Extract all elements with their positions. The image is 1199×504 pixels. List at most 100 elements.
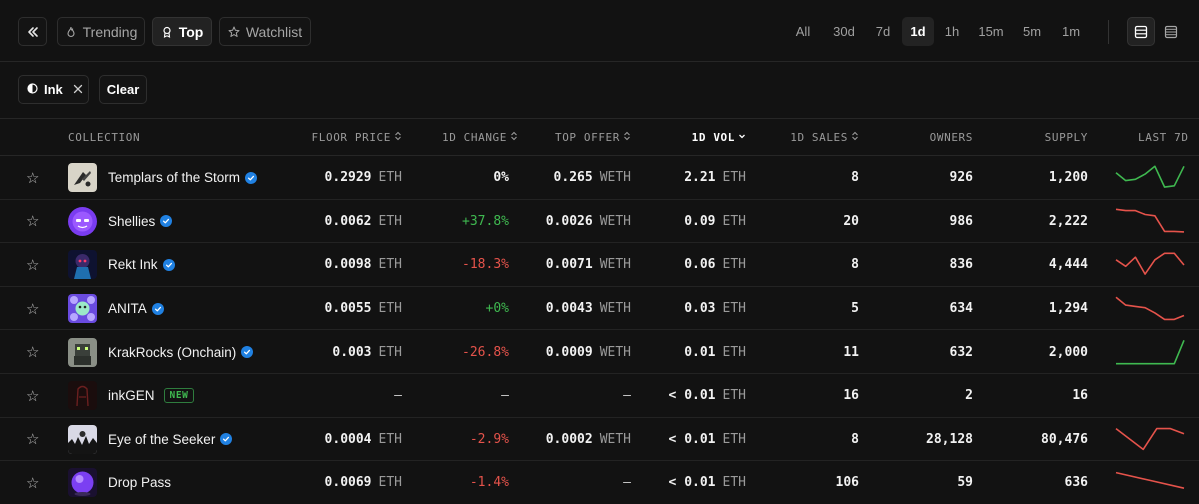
- floor-price-unit: ETH: [378, 301, 402, 317]
- collection-name[interactable]: Drop Pass: [108, 461, 171, 504]
- table-row[interactable]: ☆ Shellies 0.0062 ETH +37.8% 0.0026 WETH 0.09 ET…: [0, 200, 1199, 244]
- col-vol-label: 1D VOL: [691, 131, 735, 144]
- col-floor-price[interactable]: FLOOR PRICE: [312, 131, 402, 144]
- supply-value: 80,476: [1041, 431, 1088, 447]
- change-value: -1.4%: [469, 475, 509, 491]
- timeframe-1m[interactable]: 1m: [1055, 17, 1087, 46]
- top-offer-cell: 0.0043 WETH: [546, 287, 631, 331]
- clear-filters-button[interactable]: Clear: [99, 75, 147, 104]
- change-value: +0%: [485, 301, 509, 317]
- timeframe-all[interactable]: All: [786, 17, 820, 46]
- timeframe-1d[interactable]: 1d: [902, 17, 934, 46]
- sales-cell: 5: [851, 287, 859, 331]
- collection-thumbnail[interactable]: [68, 374, 98, 418]
- col-1d-sales[interactable]: 1D SALES: [790, 131, 859, 144]
- supply-value: 636: [1064, 475, 1088, 491]
- collection-name-label: ANITA: [108, 301, 147, 317]
- collection-thumbnail[interactable]: [68, 461, 98, 504]
- sparkline-7d: [1114, 287, 1186, 331]
- owners-value: 59: [957, 475, 973, 491]
- table-row[interactable]: ☆ Eye of the Seeker 0.0004 ETH -2.9% 0.0002 WE…: [0, 418, 1199, 462]
- change-value: –: [501, 388, 509, 404]
- watchlist-star-icon[interactable]: ☆: [26, 200, 44, 244]
- floor-price-unit: ETH: [378, 257, 402, 273]
- collection-name[interactable]: Eye of the Seeker: [108, 418, 233, 462]
- watchlist-star-icon[interactable]: ☆: [26, 418, 44, 462]
- col-owners[interactable]: OWNERS: [930, 131, 973, 144]
- supply-value: 1,294: [1048, 301, 1088, 317]
- watchlist-star-icon[interactable]: ☆: [26, 330, 44, 374]
- owners-value: 28,128: [926, 431, 973, 447]
- change-cell: –: [501, 374, 509, 418]
- floor-price-cell: 0.0098 ETH: [325, 243, 402, 287]
- list-view-button[interactable]: [1158, 17, 1184, 46]
- collection-thumbnail[interactable]: [68, 156, 98, 200]
- timeframe-30d[interactable]: 30d: [826, 17, 862, 46]
- watchlist-star-icon[interactable]: ☆: [26, 156, 44, 200]
- col-supply[interactable]: SUPPLY: [1045, 131, 1088, 144]
- col-supply-label: SUPPLY: [1044, 131, 1088, 144]
- tab-trending[interactable]: Trending: [57, 17, 145, 46]
- table-row[interactable]: ☆ KrakRocks (Onchain) 0.003 ETH -26.8% 0.0009…: [0, 330, 1199, 374]
- sales-cell: 20: [843, 200, 859, 244]
- volume-unit: ETH: [722, 301, 746, 317]
- watchlist-star-icon[interactable]: ☆: [26, 243, 44, 287]
- collection-thumbnail[interactable]: [68, 243, 98, 287]
- top-offer-unit: WETH: [599, 170, 631, 186]
- table-row[interactable]: ☆ Drop Pass 0.0069 ETH -1.4% – < 0.01 ETH 106 59 6…: [0, 461, 1199, 504]
- ink-chain-icon: [27, 82, 38, 97]
- floor-price-unit: ETH: [378, 344, 402, 360]
- col-1d-change[interactable]: 1D CHANGE: [442, 131, 518, 144]
- collection-name[interactable]: ANITA: [108, 287, 164, 331]
- table-row[interactable]: ☆ inkGEN NEW – – – < 0.01 ETH 16 2 16: [0, 374, 1199, 418]
- sales-value: 8: [851, 431, 859, 447]
- owners-cell: 59: [957, 461, 973, 504]
- tab-watchlist[interactable]: Watchlist: [219, 17, 311, 46]
- timeframe-1h[interactable]: 1h: [938, 17, 966, 46]
- table-view-button[interactable]: [1127, 17, 1155, 46]
- top-offer-value: 0.0009: [545, 344, 593, 360]
- collection-name-label: Eye of the Seeker: [108, 431, 216, 447]
- change-cell: +0%: [486, 287, 509, 331]
- collection-name[interactable]: inkGEN NEW: [108, 374, 195, 418]
- col-top-offer[interactable]: TOP OFFER: [555, 131, 631, 144]
- sales-cell: 8: [851, 418, 859, 462]
- col-last-7d[interactable]: LAST 7D: [1138, 131, 1189, 144]
- timeframe-7d[interactable]: 7d: [868, 17, 898, 46]
- collection-name[interactable]: KrakRocks (Onchain): [108, 330, 254, 374]
- timeframe-5m[interactable]: 5m: [1015, 17, 1049, 46]
- tab-top[interactable]: Top: [152, 17, 212, 46]
- floor-price-value: 0.0098: [324, 257, 372, 273]
- col-collection[interactable]: COLLECTION: [68, 131, 140, 144]
- watchlist-star-icon[interactable]: ☆: [26, 461, 44, 504]
- volume-value: 0.06: [684, 257, 716, 273]
- table-row[interactable]: ☆ Rekt Ink 0.0098 ETH -18.3% 0.0071 WETH 0.06 ET…: [0, 243, 1199, 287]
- top-offer-unit: WETH: [599, 257, 631, 273]
- watchlist-star-icon[interactable]: ☆: [26, 374, 44, 418]
- collection-thumbnail[interactable]: [68, 200, 98, 244]
- collection-thumbnail[interactable]: [68, 418, 98, 462]
- collection-thumbnail[interactable]: [68, 287, 98, 331]
- close-icon[interactable]: [73, 82, 83, 97]
- collection-thumbnail[interactable]: [68, 330, 98, 374]
- collection-name[interactable]: Rekt Ink: [108, 243, 175, 287]
- collapse-sidebar-button[interactable]: [18, 17, 47, 46]
- collection-name[interactable]: Shellies: [108, 200, 173, 244]
- sales-value: 11: [843, 344, 859, 360]
- filter-chip-ink[interactable]: Ink: [18, 75, 89, 104]
- table-row[interactable]: ☆ ANITA 0.0055 ETH +0% 0.0043 WETH 0.03 ETH 5 634 1…: [0, 287, 1199, 331]
- owners-value: 986: [949, 213, 973, 229]
- floor-price-unit: ETH: [378, 170, 402, 186]
- timeframe-15m[interactable]: 15m: [973, 17, 1009, 46]
- change-cell: -1.4%: [470, 461, 509, 504]
- col-1d-vol[interactable]: 1D VOL: [692, 131, 746, 144]
- change-value: -18.3%: [462, 257, 509, 273]
- sort-icon: [623, 131, 631, 144]
- sparkline-7d: [1114, 156, 1186, 200]
- verified-badge-icon: [241, 346, 254, 359]
- flame-icon: [65, 26, 77, 38]
- watchlist-star-icon[interactable]: ☆: [26, 287, 44, 331]
- collection-name[interactable]: Templars of the Storm: [108, 156, 258, 200]
- owners-value: 836: [949, 257, 973, 273]
- table-row[interactable]: ☆ Templars of the Storm 0.2929 ETH 0% 0.265 WE…: [0, 156, 1199, 200]
